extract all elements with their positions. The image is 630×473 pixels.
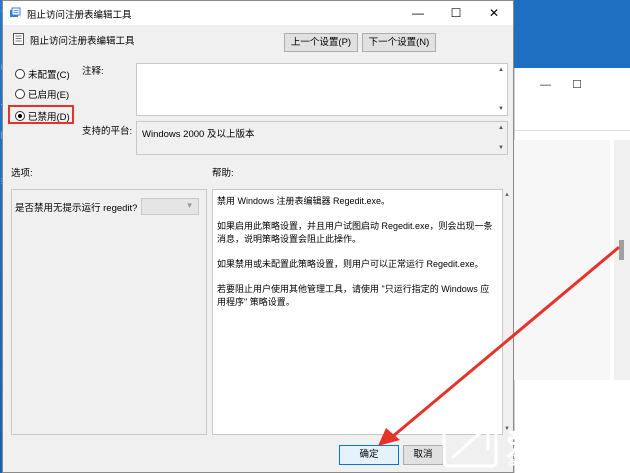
options-label: 选项: [11, 168, 33, 179]
highlight-annotation [8, 105, 74, 124]
policy-window-icon [10, 7, 21, 17]
option-prompt: 是否禁用无提示运行 regedit? [15, 202, 138, 214]
help-text-panel: 禁用 Windows 注册表编辑器 Regedit.exe。 如果启用此策略设置… [212, 189, 503, 435]
cancel-button[interactable]: 取消 [403, 445, 443, 465]
option-row: 是否禁用无提示运行 regedit? ▼ [15, 198, 200, 215]
platform-field: Windows 2000 及以上版本 ▲ ▼ [136, 121, 508, 155]
scroll-up-icon[interactable]: ▲ [504, 192, 510, 198]
behind-content [514, 140, 610, 380]
setting-title: 阻止访问注册表编辑工具 [30, 36, 135, 47]
policy-setting-icon [13, 33, 24, 45]
help-label: 帮助: [212, 168, 234, 179]
watermark-url: aichunjing.com [508, 455, 608, 470]
scroll-up-icon[interactable]: ▲ [498, 125, 504, 131]
scroll-down-icon[interactable]: ▼ [498, 145, 504, 151]
radio-label: 已启用(E) [28, 90, 70, 101]
behind-window-controls: — ☐ [540, 78, 600, 91]
previous-setting-button[interactable]: 上一个设置(P) [284, 33, 358, 52]
help-paragraph: 如果禁用或未配置此策略设置，则用户可以正常运行 Regedit.exe。 [217, 259, 484, 269]
next-setting-button[interactable]: 下一个设置(N) [362, 33, 436, 52]
platform-value: Windows 2000 及以上版本 [142, 129, 255, 140]
platform-label: 支持的平台: [82, 126, 133, 137]
ok-button[interactable]: 确定 [339, 445, 399, 465]
titlebar[interactable]: 阻止访问注册表编辑工具 — ☐ ✕ [3, 1, 513, 25]
behind-scrollbar-thumb[interactable] [619, 240, 624, 260]
behind-scrollbar[interactable] [614, 140, 630, 380]
behind-minimize-button[interactable]: — [540, 79, 551, 91]
close-button[interactable]: ✕ [477, 1, 511, 25]
option-dropdown[interactable]: ▼ [141, 198, 200, 215]
minimize-button[interactable]: — [401, 1, 435, 25]
behind-divider [514, 130, 630, 131]
radio-enabled[interactable]: 已启用(E) [15, 87, 69, 101]
scroll-up-icon[interactable]: ▲ [498, 67, 504, 73]
policy-dialog: 阻止访问注册表编辑工具 — ☐ ✕ 阻止访问注册表编辑工具 上一个设置(P) 下… [2, 0, 514, 473]
options-panel: 是否禁用无提示运行 regedit? ▼ [11, 189, 207, 435]
notes-textarea[interactable]: ▲ ▼ [136, 63, 508, 116]
help-paragraph: 禁用 Windows 注册表编辑器 Regedit.exe。 [217, 196, 391, 206]
behind-window-desktop [514, 0, 630, 68]
radio-not-configured[interactable]: 未配置(C) [15, 67, 70, 81]
window-title: 阻止访问注册表编辑工具 [27, 10, 132, 21]
behind-maximize-button[interactable]: ☐ [572, 79, 582, 91]
help-scrollbar[interactable]: ▲ ▼ [503, 189, 512, 435]
scroll-down-icon[interactable]: ▼ [498, 106, 504, 112]
maximize-button[interactable]: ☐ [439, 1, 473, 25]
help-paragraph: 如果启用此策略设置，并且用户试图启动 Regedit.exe，则会出现一条消息，… [217, 221, 493, 244]
radio-label: 未配置(C) [28, 70, 70, 81]
help-paragraph: 若要阻止用户使用其他管理工具，请使用 "只运行指定的 Windows 应用程序"… [217, 284, 490, 307]
notes-label: 注释: [82, 66, 104, 77]
radio-button[interactable] [15, 89, 25, 99]
chevron-down-icon: ▼ [185, 201, 194, 210]
radio-button[interactable] [15, 69, 25, 79]
